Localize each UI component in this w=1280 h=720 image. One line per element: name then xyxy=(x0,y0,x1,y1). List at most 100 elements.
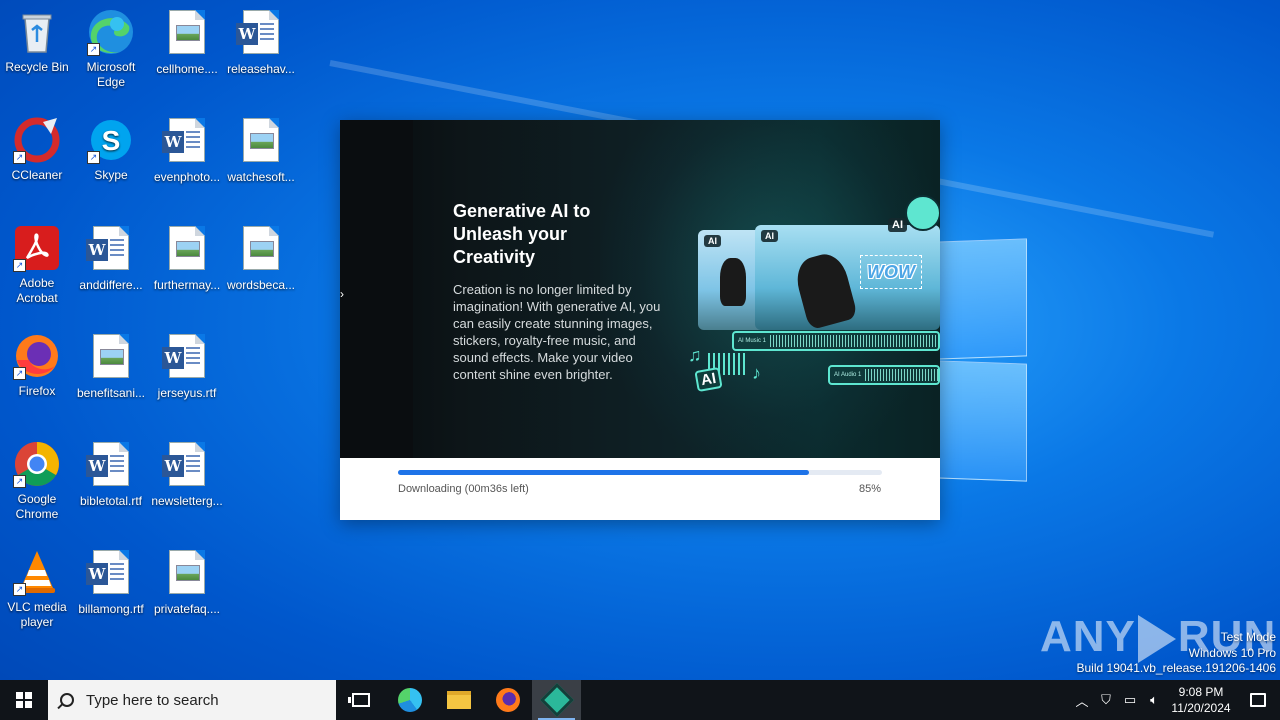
desktop-icon-billamong[interactable]: W billamong.rtf xyxy=(74,548,148,617)
search-icon xyxy=(60,693,74,707)
notification-icon xyxy=(1250,693,1266,707)
waveform xyxy=(865,369,938,381)
folder-icon xyxy=(446,691,471,709)
desktop-icon-label: billamong.rtf xyxy=(78,602,144,616)
installer-app-icon xyxy=(539,683,574,717)
music-note-icon: ♫ xyxy=(688,345,702,365)
network-icon[interactable]: ▭ xyxy=(1118,692,1142,708)
recycle-bin-icon xyxy=(13,8,61,56)
desktop-icon-furthermay[interactable]: furthermay... xyxy=(150,224,224,293)
taskbar-search-box[interactable]: Type here to search xyxy=(48,680,336,720)
edge-icon: ↗ xyxy=(87,8,135,56)
smiley-sticker-icon xyxy=(905,195,940,231)
desktop-icon-label: cellhome.... xyxy=(156,62,218,76)
installer-window: › Generative AI to Unleash your Creativi… xyxy=(340,120,940,520)
desktop-icon-label: Microsoft Edge xyxy=(86,60,136,89)
word-document-icon: W xyxy=(162,442,211,490)
windows-edition-info: Test Mode Windows 10 Pro Build 19041.vb_… xyxy=(1077,630,1277,677)
edge-icon xyxy=(397,688,422,712)
download-progress-fill xyxy=(398,470,810,475)
audio-track-audio: AI Audio 1 xyxy=(828,365,940,385)
taskbar-edge[interactable] xyxy=(385,680,434,720)
desktop-icon-label: benefitsani... xyxy=(76,386,146,400)
desktop-icon-label: Adobe Acrobat xyxy=(16,276,58,305)
banner-left-strip xyxy=(340,120,413,458)
ai-tag: AI xyxy=(704,235,721,247)
installer-title: Generative AI to Unleash your Creativity xyxy=(453,201,591,267)
taskbar-file-explorer[interactable] xyxy=(434,680,483,720)
word-document-icon: W xyxy=(162,334,211,382)
chevron-right-icon[interactable]: › xyxy=(340,283,344,305)
desktop-icon-privatefaq[interactable]: privatefaq.... xyxy=(150,548,224,617)
desktop-icon-google-chrome[interactable]: ↗ Google Chrome xyxy=(0,440,74,522)
installer-banner: › Generative AI to Unleash your Creativi… xyxy=(340,120,940,460)
test-mode-label: Test Mode xyxy=(1220,630,1276,644)
desktop-icon-label: Google Chrome xyxy=(15,492,59,521)
desktop-icon-label: releasehav... xyxy=(227,62,295,76)
desktop-icon-watchesoft[interactable]: watchesoft... xyxy=(224,116,298,185)
download-status: Downloading (00m36s left) xyxy=(398,483,529,495)
desktop-icon-newsletterg[interactable]: W newsletterg... xyxy=(150,440,224,509)
desktop-icon-label: wordsbeca... xyxy=(226,278,296,292)
installer-footer: Downloading (00m36s left) 85% xyxy=(340,458,940,520)
firefox-icon: ↗ xyxy=(13,332,61,380)
word-document-icon: W xyxy=(236,10,285,58)
search-placeholder: Type here to search xyxy=(86,691,219,709)
desktop-icon-label: anddiffere... xyxy=(79,278,143,292)
start-button[interactable] xyxy=(0,680,48,720)
word-document-icon: W xyxy=(162,118,211,166)
taskbar-firefox[interactable] xyxy=(483,680,532,720)
desktop-icon-recycle-bin[interactable]: Recycle Bin xyxy=(0,8,74,75)
desktop-icon-vlc[interactable]: ↗ VLC media player xyxy=(0,548,74,630)
desktop-icon-label: Skype xyxy=(94,168,128,182)
installer-description: Creation is no longer limited by imagina… xyxy=(453,282,661,382)
download-percent: 85% xyxy=(858,483,881,495)
desktop-icon-label: watchesoft... xyxy=(227,170,295,184)
taskbar-clock[interactable]: 9:08 PM 11/20/2024 xyxy=(1166,684,1236,716)
action-center-button[interactable] xyxy=(1236,680,1280,720)
desktop-icon-label: CCleaner xyxy=(11,168,63,182)
image-file-icon xyxy=(163,10,211,58)
firefox-icon xyxy=(495,688,520,712)
desktop-icon-jerseyus[interactable]: W jerseyus.rtf xyxy=(150,332,224,401)
image-file-icon xyxy=(163,226,211,274)
task-view-button[interactable] xyxy=(336,680,385,720)
volume-icon[interactable]: 🔈︎ xyxy=(1142,692,1166,708)
word-document-icon: W xyxy=(86,442,135,490)
desktop-icon-benefitsani[interactable]: benefitsani... xyxy=(74,332,148,401)
desktop-icon-releasehav[interactable]: W releasehav... xyxy=(224,8,298,77)
skype-icon: S ↗ xyxy=(87,116,135,164)
wow-sticker: WOW xyxy=(860,255,922,289)
windows-logo-icon xyxy=(16,692,32,708)
image-file-icon xyxy=(87,334,135,382)
desktop-icon-wordsbeca[interactable]: wordsbeca... xyxy=(224,224,298,293)
desktop-icon-ccleaner[interactable]: ↗ CCleaner xyxy=(0,116,74,183)
system-tray: ︿ ⛉ ▭ 🔈︎ 9:08 PM 11/20/2024 xyxy=(1070,680,1280,720)
desktop-icon-label: bibletotal.rtf xyxy=(79,494,143,508)
desktop-icon-skype[interactable]: S ↗ Skype xyxy=(74,116,148,183)
vlc-icon: ↗ xyxy=(13,548,61,596)
desktop-icon-label: privatefaq.... xyxy=(153,602,221,616)
desktop-icon-anddiffere[interactable]: W anddiffere... xyxy=(74,224,148,293)
desktop-icon-adobe-acrobat[interactable]: ↗ Adobe Acrobat xyxy=(0,224,74,306)
ai-music-label: AI xyxy=(694,366,723,393)
clock-time: 9:08 PM xyxy=(1178,685,1224,699)
desktop-icon-bibletotal[interactable]: W bibletotal.rtf xyxy=(74,440,148,509)
desktop-icon-microsoft-edge[interactable]: ↗ Microsoft Edge xyxy=(74,8,148,90)
chevron-up-icon[interactable]: ︿ xyxy=(1070,691,1094,710)
shield-icon[interactable]: ⛉ xyxy=(1094,692,1118,708)
track-label: AI Music 1 xyxy=(738,338,767,344)
image-file-icon xyxy=(237,118,285,166)
desktop-icon-evenphoto[interactable]: W evenphoto... xyxy=(150,116,224,185)
image-file-icon xyxy=(163,550,211,598)
svg-text:S: S xyxy=(102,125,121,156)
desktop-icon-label: evenphoto... xyxy=(153,170,221,184)
taskbar-installer[interactable] xyxy=(532,680,581,720)
waveform xyxy=(770,335,938,347)
edition-label: Windows 10 Pro xyxy=(1188,645,1276,660)
desktop-icon-cellhome[interactable]: cellhome.... xyxy=(150,8,224,77)
desktop-icon-firefox[interactable]: ↗ Firefox xyxy=(0,332,74,399)
clock-date: 11/20/2024 xyxy=(1171,701,1231,715)
desktop-icon-label: Recycle Bin xyxy=(5,60,69,74)
music-note-icon: ♪ xyxy=(752,363,761,383)
